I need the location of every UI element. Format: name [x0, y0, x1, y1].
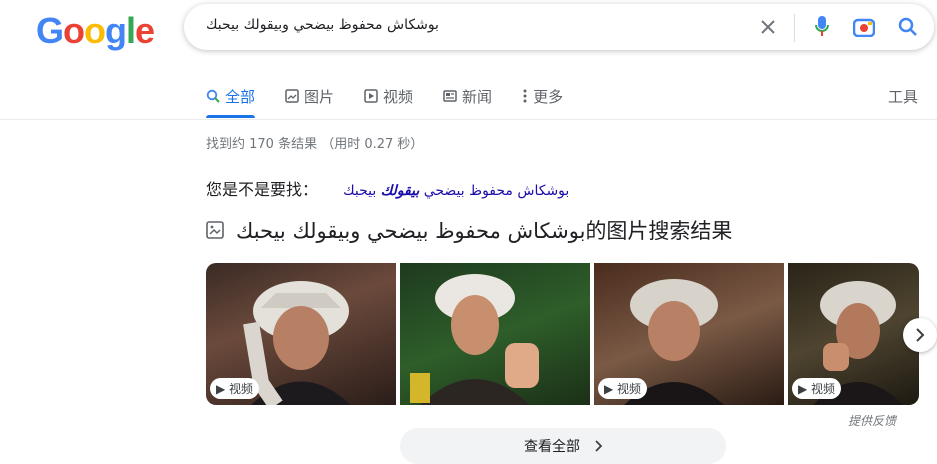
image-icon: [206, 221, 224, 239]
carousel-next-button[interactable]: [903, 318, 937, 352]
feedback-link[interactable]: 提供反馈: [848, 412, 896, 429]
tab-label: 更多: [533, 87, 564, 106]
tab-images[interactable]: 图片: [285, 82, 334, 110]
video-badge: ▶ 视频: [792, 378, 842, 399]
image-thumbnail[interactable]: ▶ 视频: [594, 263, 784, 405]
search-input[interactable]: بوشكاش محفوظ بيضحي وبيقولك بيحبك: [206, 17, 439, 33]
tab-label: 新闻: [462, 87, 493, 106]
chevron-right-icon: [916, 328, 925, 342]
more-vert-icon: [523, 89, 527, 103]
logo-letter: e: [135, 10, 155, 51]
logo-letter: l: [126, 10, 136, 51]
image-icon: [285, 89, 299, 103]
logo-letter: g: [105, 10, 127, 51]
suggestion-before: بوشكاش محفوظ بيضحي: [419, 183, 570, 199]
suggestion-bold: بيقولك: [380, 183, 420, 199]
see-all-label: 查看全部: [524, 439, 580, 455]
google-logo[interactable]: Google: [36, 10, 155, 52]
logo-letter: o: [84, 10, 106, 51]
tools-button[interactable]: 工具: [888, 86, 918, 107]
tab-all[interactable]: 全部: [206, 82, 256, 118]
tab-label: 全部: [225, 87, 256, 106]
person-figure-icon: [410, 274, 539, 405]
search-divider: [794, 14, 795, 42]
logo-letter: o: [63, 10, 85, 51]
did-you-mean-prefix: 您是不是要找：: [206, 180, 319, 199]
did-you-mean: 您是不是要找： بوشكاش محفوظ بيضحي بيقولك بيحبك: [206, 176, 569, 200]
image-results-title: بوشكاش محفوظ بيضحي وبيقولك بيحبك的图片搜索结果: [236, 219, 733, 243]
image-carousel: ▶ 视频 ▶ 视频 ▶ 视频: [206, 263, 919, 405]
see-all-button[interactable]: 查看全部: [400, 428, 726, 464]
search-icon[interactable]: [896, 15, 920, 39]
search-box[interactable]: بوشكاش محفوظ بيضحي وبيقولك بيحبك: [184, 4, 934, 50]
image-thumbnail[interactable]: ▶ 视频: [206, 263, 396, 405]
search-icon: [206, 89, 220, 103]
lens-camera-icon[interactable]: [852, 15, 876, 39]
tab-label: 视频: [383, 87, 414, 106]
microphone-icon[interactable]: [810, 15, 834, 39]
suggestion-after: بيحبك: [343, 183, 381, 199]
news-icon: [443, 90, 457, 102]
tab-videos[interactable]: 视频: [364, 82, 413, 110]
image-results-heading[interactable]: بوشكاش محفوظ بيضحي وبيقولك بيحبك的图片搜索结果: [206, 215, 732, 245]
image-thumbnail[interactable]: [400, 263, 590, 405]
logo-letter: G: [36, 10, 64, 51]
clear-icon[interactable]: [756, 15, 780, 39]
tab-label: 图片: [304, 87, 335, 106]
tab-news[interactable]: 新闻: [443, 82, 492, 110]
video-badge: ▶ 视频: [210, 378, 260, 399]
play-icon: [364, 89, 378, 103]
chevron-right-icon: [595, 440, 602, 452]
suggestion-link[interactable]: بوشكاش محفوظ بيضحي بيقولك بيحبك: [343, 183, 569, 199]
image-thumbnail[interactable]: ▶ 视频: [788, 263, 919, 405]
tab-more[interactable]: 更多: [522, 82, 563, 110]
video-badge: ▶ 视频: [598, 378, 648, 399]
header-divider: [0, 119, 937, 120]
search-tabs: 全部 图片 视频 新闻 更多: [206, 82, 563, 120]
result-stats: 找到约 170 条结果 （用时 0.27 秒）: [206, 137, 424, 152]
